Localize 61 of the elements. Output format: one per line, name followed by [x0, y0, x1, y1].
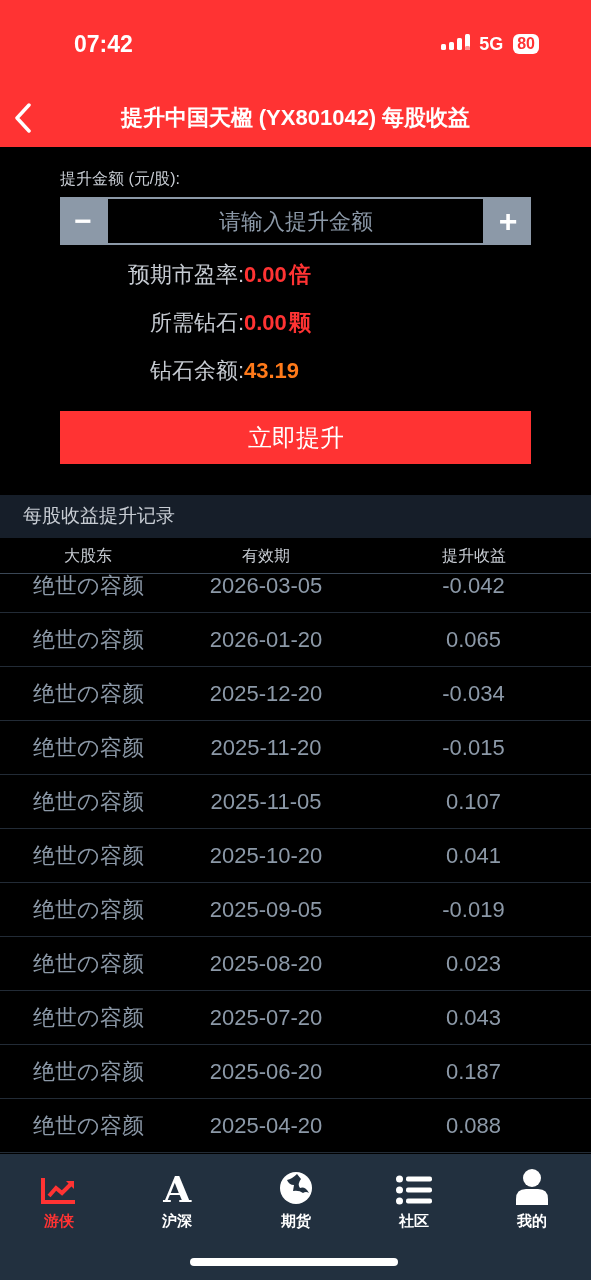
submit-button[interactable]: 立即提升 [60, 411, 531, 464]
globe-icon [278, 1171, 313, 1205]
table-cell-text: 绝世の容颜 [32, 842, 144, 870]
network-label: 5G [479, 32, 504, 56]
table-cell-text: 0.107 [445, 788, 502, 816]
table-cell-text: 2026-03-05 [209, 574, 323, 600]
table-cell-text: 绝世の容颜 [32, 1004, 144, 1032]
info-value: 43.19 [244, 356, 300, 385]
table-cell-text: 0.023 [445, 950, 502, 978]
table-cell-text: 2026-01-20 [209, 626, 323, 654]
tab-item[interactable]: 社区 [354, 1169, 473, 1233]
list-icon [395, 1175, 432, 1205]
table-cell-text: 绝世の容颜 [32, 734, 144, 762]
status-time: 07:42 [74, 29, 133, 59]
back-icon[interactable] [14, 102, 32, 133]
tab-item[interactable]: 我的 [472, 1169, 591, 1233]
table-cell-text: 2025-11-20 [210, 734, 322, 762]
table-cell-text: 2025-08-20 [209, 950, 323, 978]
table-cell-text: 2025-12-20 [209, 680, 323, 708]
table-cell-text: 0.065 [445, 626, 502, 654]
table-cell-text: 绝世の容颜 [32, 680, 144, 708]
column-header: 大股东 [64, 545, 112, 566]
table-cell-text: 绝世の容颜 [32, 950, 144, 978]
table-cell-text: 绝世の容颜 [32, 896, 144, 924]
table-cell-text: 绝世の容颜 [32, 1058, 144, 1086]
tab-item[interactable]: A 沪深 [118, 1169, 237, 1233]
table-cell-text: 2025-11-05 [210, 788, 322, 816]
amount-label: 提升金额 (元/股): [60, 169, 180, 189]
table-cell-text: 2025-06-20 [209, 1058, 323, 1086]
page-title: 提升中国天楹 (YX801042) 每股收益 [120, 104, 471, 132]
table-cell-text: 绝世の容颜 [32, 1112, 144, 1140]
table-cell-text: 2025-07-20 [209, 1004, 323, 1032]
column-header: 提升收益 [441, 545, 506, 566]
amount-input[interactable]: 请输入提升金额 [106, 197, 485, 245]
section-title: 每股收益提升记录 [23, 504, 175, 529]
info-label: 钻石余额: [148, 356, 244, 385]
table-cell-text: 2025-09-05 [209, 896, 323, 924]
table-cell-text: 0.041 [445, 842, 502, 870]
table-cell-text: 0.187 [445, 1058, 502, 1086]
table-cell-text: 绝世の容颜 [32, 626, 144, 654]
battery-level: 80 [513, 34, 539, 54]
info-value: 0.00颗 [244, 308, 311, 337]
column-header: 有效期 [242, 545, 290, 566]
person-icon [515, 1169, 548, 1205]
letter-icon: A [163, 1173, 192, 1205]
info-label: 所需钻石: [148, 308, 244, 337]
tab-item[interactable]: 游侠 [0, 1169, 119, 1233]
table-cell-text: 2025-10-20 [209, 842, 323, 870]
table-cell-text: 绝世の容颜 [32, 788, 144, 816]
table-cell-text: 0.088 [445, 1112, 502, 1140]
table-cell-text: 0.043 [445, 1004, 502, 1032]
table-cell-text: -0.034 [442, 680, 505, 708]
info-value: 0.00倍 [244, 260, 311, 289]
table-cell-text: -0.015 [442, 734, 505, 762]
chart-icon [41, 1177, 78, 1205]
info-label: 预期市盈率: [126, 260, 244, 289]
table-cell-text: 绝世の容颜 [32, 574, 144, 600]
table-cell-text: 2025-04-20 [209, 1112, 323, 1140]
table-cell-text: -0.019 [442, 896, 505, 924]
table-cell-text: -0.042 [442, 574, 505, 600]
tab-item[interactable]: 期货 [236, 1169, 355, 1233]
